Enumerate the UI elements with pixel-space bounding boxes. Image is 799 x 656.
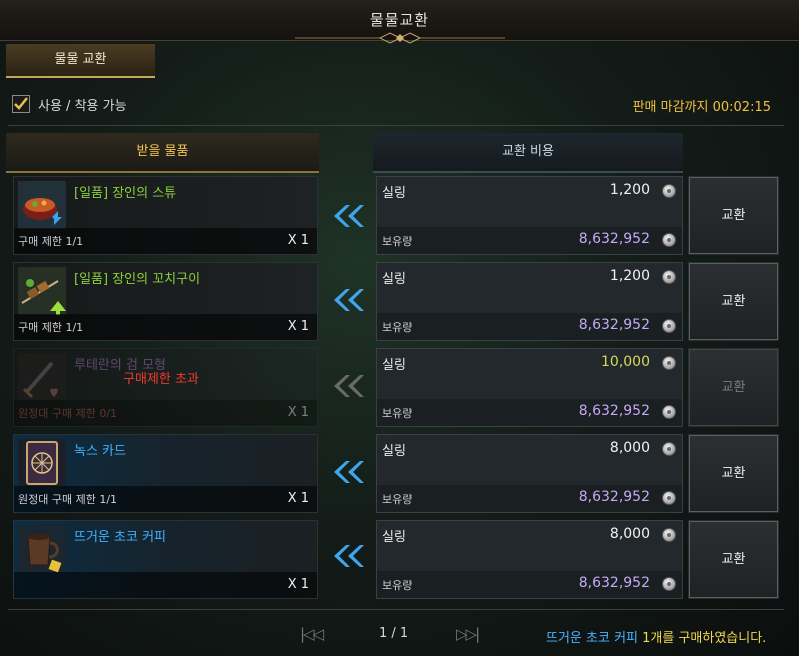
owned-value: 8,632,952 xyxy=(578,317,650,333)
purchase-limit: 구매 제한 1/1 xyxy=(18,235,84,248)
owned-value: 8,632,952 xyxy=(578,575,650,591)
stew-icon xyxy=(18,181,66,229)
owned-label: 보유량 xyxy=(382,493,413,506)
last-page-icon[interactable]: ▷▷| xyxy=(456,625,480,643)
title-bar: 물물교환 xyxy=(0,0,799,44)
list-item: 녹스 카드 원정대 구매 제한 1/1 X 1 xyxy=(13,434,318,513)
coffee-mug-icon xyxy=(18,525,66,573)
double-chevron-left-icon xyxy=(334,375,364,397)
status-text: 1개를 구매하였습니다. xyxy=(642,631,767,646)
owned-label: 보유량 xyxy=(382,235,413,248)
cost-panel: 실링 8,000 보유량 8,632,952 xyxy=(376,520,683,599)
item-quantity: X 1 xyxy=(287,577,309,592)
purchase-limit: 구매 제한 1/1 xyxy=(18,321,84,334)
currency-name: 실링 xyxy=(382,444,406,459)
purchase-limit: 원정대 구매 제한 1/1 xyxy=(18,493,118,506)
price-value: 8,000 xyxy=(609,440,650,456)
owned-row: 보유량 8,632,952 xyxy=(377,399,682,426)
item-quantity: X 1 xyxy=(287,319,309,334)
currency-name: 실링 xyxy=(382,530,406,545)
owned-label: 보유량 xyxy=(382,407,413,420)
status-item-name: 뜨거운 초코 커피 xyxy=(546,631,638,646)
owned-value: 8,632,952 xyxy=(578,403,650,419)
owned-label: 보유량 xyxy=(382,321,413,334)
double-chevron-left-icon xyxy=(334,461,364,483)
card-icon xyxy=(18,439,66,487)
owned-row: 보유량 8,632,952 xyxy=(377,313,682,340)
receive-header: 받을 물품 xyxy=(6,133,319,173)
deadline-label: 판매 마감까지 xyxy=(632,100,709,115)
cost-panel: 실링 1,200 보유량 8,632,952 xyxy=(376,262,683,341)
price-value: 1,200 xyxy=(609,182,650,198)
currency-name: 실링 xyxy=(382,358,406,373)
currency-name: 실링 xyxy=(382,186,406,201)
silver-coin-icon xyxy=(662,491,676,505)
price-value: 1,200 xyxy=(609,268,650,284)
page-indicator: 1 / 1 xyxy=(379,626,409,641)
usable-filter-label: 사용 / 착용 가능 xyxy=(38,99,127,114)
price-value: 8,000 xyxy=(609,526,650,542)
owned-label: 보유량 xyxy=(382,579,413,592)
silver-coin-icon xyxy=(662,577,676,591)
status-message: 뜨거운 초코 커피 1개를 구매하였습니다. xyxy=(546,627,766,646)
divider xyxy=(8,609,784,610)
item-name: 녹스 카드 xyxy=(74,444,126,459)
double-chevron-left-icon xyxy=(334,205,364,227)
double-chevron-left-icon xyxy=(334,545,364,567)
price-value: 10,000 xyxy=(601,354,650,370)
purchase-limit: 원정대 구매 제한 0/1 xyxy=(18,407,118,420)
item-name: [일품] 장인의 꼬치구이 xyxy=(74,272,201,287)
exchange-button[interactable]: 교환 xyxy=(688,520,779,599)
cost-header: 교환 비용 xyxy=(373,133,683,173)
list-item: [일품] 장인의 꼬치구이 구매 제한 1/1 X 1 xyxy=(13,262,318,341)
silver-coin-icon xyxy=(662,405,676,419)
skewer-icon xyxy=(18,267,66,315)
limit-exceeded-label: 구매제한 초과 xyxy=(123,372,199,387)
double-chevron-left-icon xyxy=(334,289,364,311)
list-item: 루테란의 검 모형 원정대 구매 제한 0/1 X 1 xyxy=(13,348,318,427)
silver-coin-icon xyxy=(662,184,676,198)
owned-row: 보유량 8,632,952 xyxy=(377,571,682,598)
exchange-button[interactable]: 교환 xyxy=(688,262,779,341)
usable-filter-checkbox[interactable] xyxy=(12,95,30,113)
item-quantity: X 1 xyxy=(287,405,309,420)
window-title: 물물교환 xyxy=(369,11,430,29)
divider xyxy=(8,125,784,126)
cost-panel: 실링 8,000 보유량 8,632,952 xyxy=(376,434,683,513)
owned-value: 8,632,952 xyxy=(578,489,650,505)
title-ornament-icon xyxy=(295,32,505,44)
item-quantity: X 1 xyxy=(287,491,309,506)
owned-row: 보유량 8,632,952 xyxy=(377,485,682,512)
owned-row: 보유량 8,632,952 xyxy=(377,227,682,254)
currency-name: 실링 xyxy=(382,272,406,287)
exchange-button[interactable]: 교환 xyxy=(688,348,779,427)
cost-panel: 실링 1,200 보유량 8,632,952 xyxy=(376,176,683,255)
tab-barter[interactable]: 물물 교환 xyxy=(6,44,155,78)
list-item: 뜨거운 초코 커피 X 1 xyxy=(13,520,318,599)
sale-deadline: 판매 마감까지 00:02:15 xyxy=(633,96,771,115)
item-name: 뜨거운 초코 커피 xyxy=(74,530,166,545)
owned-value: 8,632,952 xyxy=(578,231,650,247)
silver-coin-icon xyxy=(662,319,676,333)
exchange-button[interactable]: 교환 xyxy=(688,434,779,513)
cost-panel: 실링 10,000 보유량 8,632,952 xyxy=(376,348,683,427)
item-name: [일품] 장인의 스튜 xyxy=(74,186,177,201)
item-quantity: X 1 xyxy=(287,233,309,248)
silver-coin-icon xyxy=(662,270,676,284)
first-page-icon[interactable]: |◁◁ xyxy=(300,625,324,643)
list-item: [일품] 장인의 스튜 구매 제한 1/1 X 1 xyxy=(13,176,318,255)
silver-coin-icon xyxy=(662,528,676,542)
silver-coin-icon xyxy=(662,442,676,456)
exchange-button[interactable]: 교환 xyxy=(688,176,779,255)
silver-coin-icon xyxy=(662,356,676,370)
sword-icon xyxy=(18,353,66,401)
deadline-time: 00:02:15 xyxy=(712,100,771,115)
silver-coin-icon xyxy=(662,233,676,247)
item-footer xyxy=(14,572,317,598)
